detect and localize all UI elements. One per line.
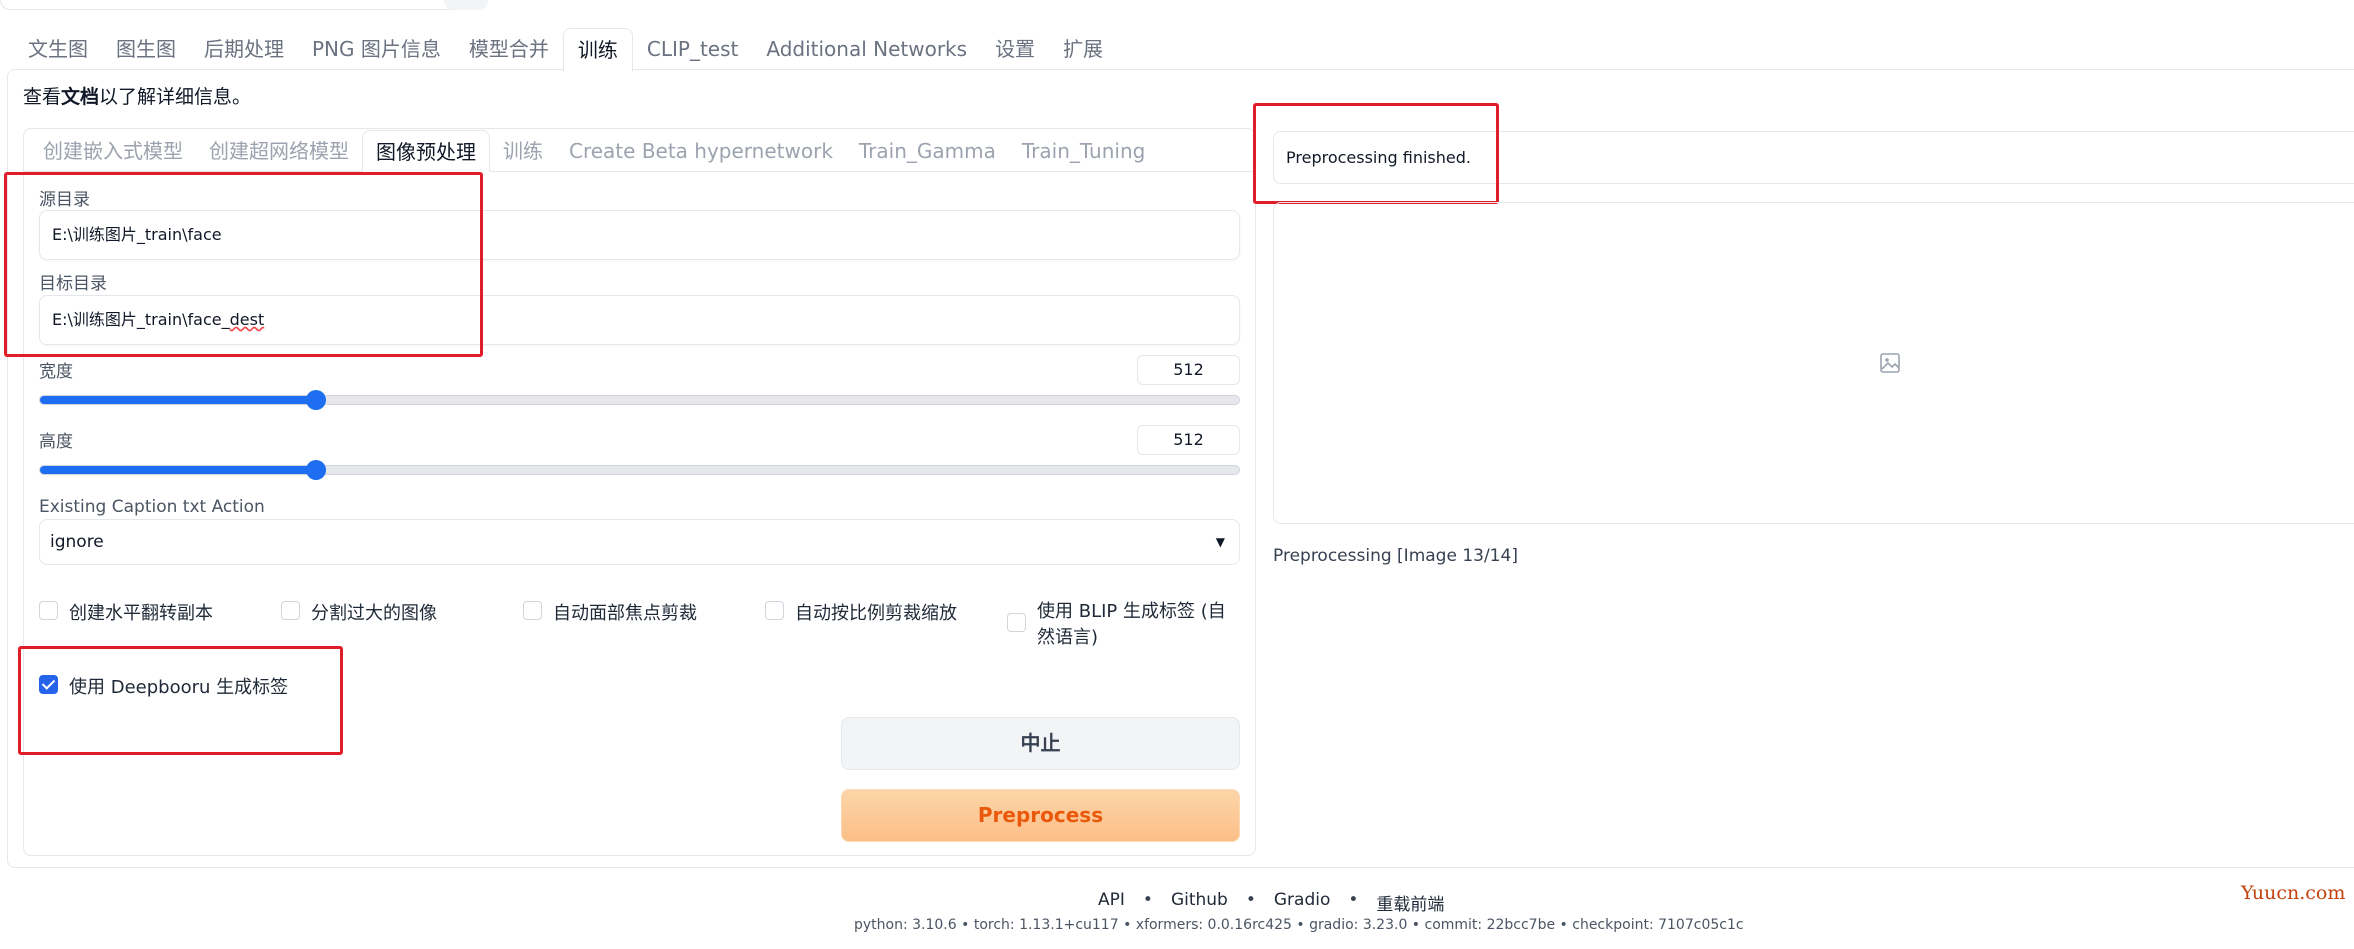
train-sub-tabs: 创建嵌入式模型 创建超网络模型 图像预处理 训练 Create Beta hyp… (30, 130, 1158, 172)
tab-txt2img[interactable]: 文生图 (14, 28, 102, 72)
checkbox-split-box[interactable] (281, 601, 300, 620)
checkbox-flip-box[interactable] (39, 601, 58, 620)
checkbox-focal-crop-box[interactable] (523, 601, 542, 620)
subtab-preprocess-images[interactable]: 图像预处理 (362, 130, 490, 172)
checkbox-flip-label: 创建水平翻转副本 (69, 603, 213, 624)
footer-link-github[interactable]: Github (1171, 890, 1228, 915)
tab-train[interactable]: 训练 (562, 28, 633, 72)
subtab-train-tuning[interactable]: Train_Tuning (1009, 130, 1158, 172)
output-image-area (1273, 202, 2354, 524)
chevron-down-icon: ▼ (1215, 535, 1225, 549)
tab-clip-test[interactable]: CLIP_test (633, 28, 752, 72)
interrupt-button[interactable]: 中止 (841, 717, 1240, 770)
caption-action-label: Existing Caption txt Action (39, 497, 265, 517)
checkbox-split[interactable]: 分割过大的图像 (281, 601, 511, 624)
tab-img2img[interactable]: 图生图 (102, 28, 190, 72)
watermark: Yuucn.com (2241, 882, 2346, 904)
note-suffix: 以了解详细信息。 (99, 86, 252, 108)
tab-png-info[interactable]: PNG 图片信息 (298, 28, 455, 72)
caption-action-select[interactable]: ignore ▼ (39, 519, 1240, 565)
checkbox-focal-crop-label: 自动面部焦点剪裁 (553, 603, 697, 624)
prompt-input-edge[interactable] (0, 0, 470, 10)
height-slider-thumb[interactable] (305, 460, 326, 480)
height-slider-fill (40, 466, 316, 474)
subtab-create-embedding[interactable]: 创建嵌入式模型 (30, 130, 196, 172)
tab-settings[interactable]: 设置 (981, 28, 1049, 72)
height-slider[interactable] (39, 460, 1240, 480)
footer-version-info: python: 3.10.6 • torch: 1.13.1+cu117 • x… (854, 917, 1744, 933)
note-prefix: 查看 (23, 86, 62, 108)
height-number-input[interactable]: 512 (1137, 425, 1240, 455)
checkbox-focal-crop[interactable]: 自动面部焦点剪裁 (523, 601, 753, 624)
checkbox-auto-size-label: 自动按比例剪裁缩放 (795, 603, 957, 624)
docs-note: 查看文档以了解详细信息。 (23, 82, 251, 109)
subtab-create-beta-hypernetwork[interactable]: Create Beta hypernetwork (556, 130, 846, 172)
image-placeholder-icon (1880, 353, 1900, 373)
subtab-train-gamma[interactable]: Train_Gamma (846, 130, 1009, 172)
width-label: 宽度 (39, 362, 73, 382)
tab-additional-networks[interactable]: Additional Networks (752, 28, 981, 72)
footer-links: API • Github • Gradio • 重载前端 (1098, 890, 1444, 915)
subtab-train[interactable]: 训练 (490, 130, 556, 172)
caption-action-value: ignore (50, 532, 104, 552)
footer-link-api[interactable]: API (1098, 890, 1125, 915)
height-label: 高度 (39, 432, 73, 452)
tab-extras[interactable]: 后期处理 (190, 28, 298, 72)
checkbox-split-label: 分割过大的图像 (311, 603, 437, 624)
width-slider-thumb[interactable] (305, 390, 326, 410)
main-tabs: 文生图 图生图 后期处理 PNG 图片信息 模型合并 训练 CLIP_test … (14, 28, 1117, 72)
tab-checkpoint-merger[interactable]: 模型合并 (455, 28, 563, 72)
checkbox-blip[interactable]: 使用 BLIP 生成标签 (自然语言) (1007, 601, 1237, 649)
footer-separator: • (1142, 890, 1153, 910)
checkbox-auto-size-box[interactable] (765, 601, 784, 620)
preprocess-button[interactable]: Preprocess (841, 789, 1240, 842)
footer-separator: • (1245, 890, 1256, 910)
tab-extensions[interactable]: 扩展 (1049, 28, 1117, 72)
docs-link[interactable]: 文档 (61, 86, 99, 108)
width-number-input[interactable]: 512 (1137, 355, 1240, 385)
width-slider[interactable] (39, 390, 1240, 410)
checkbox-flip[interactable]: 创建水平翻转副本 (39, 601, 269, 624)
subtab-create-hypernetwork[interactable]: 创建超网络模型 (196, 130, 362, 172)
progress-text: Preprocessing [Image 13/14] (1273, 546, 1518, 566)
checkbox-blip-label: 使用 BLIP 生成标签 (自然语言) (1037, 601, 1226, 648)
annotation-box-status (1253, 103, 1499, 204)
footer-link-reload-ui[interactable]: 重载前端 (1376, 890, 1444, 915)
annotation-box-dirs (4, 172, 483, 357)
footer-separator: • (1348, 890, 1359, 910)
annotation-box-deepbooru (18, 646, 343, 755)
checkbox-auto-size[interactable]: 自动按比例剪裁缩放 (765, 601, 995, 624)
top-button-edge[interactable] (444, 0, 488, 10)
checkbox-blip-box[interactable] (1007, 613, 1026, 632)
width-slider-fill (40, 396, 316, 404)
footer-link-gradio[interactable]: Gradio (1274, 890, 1331, 915)
